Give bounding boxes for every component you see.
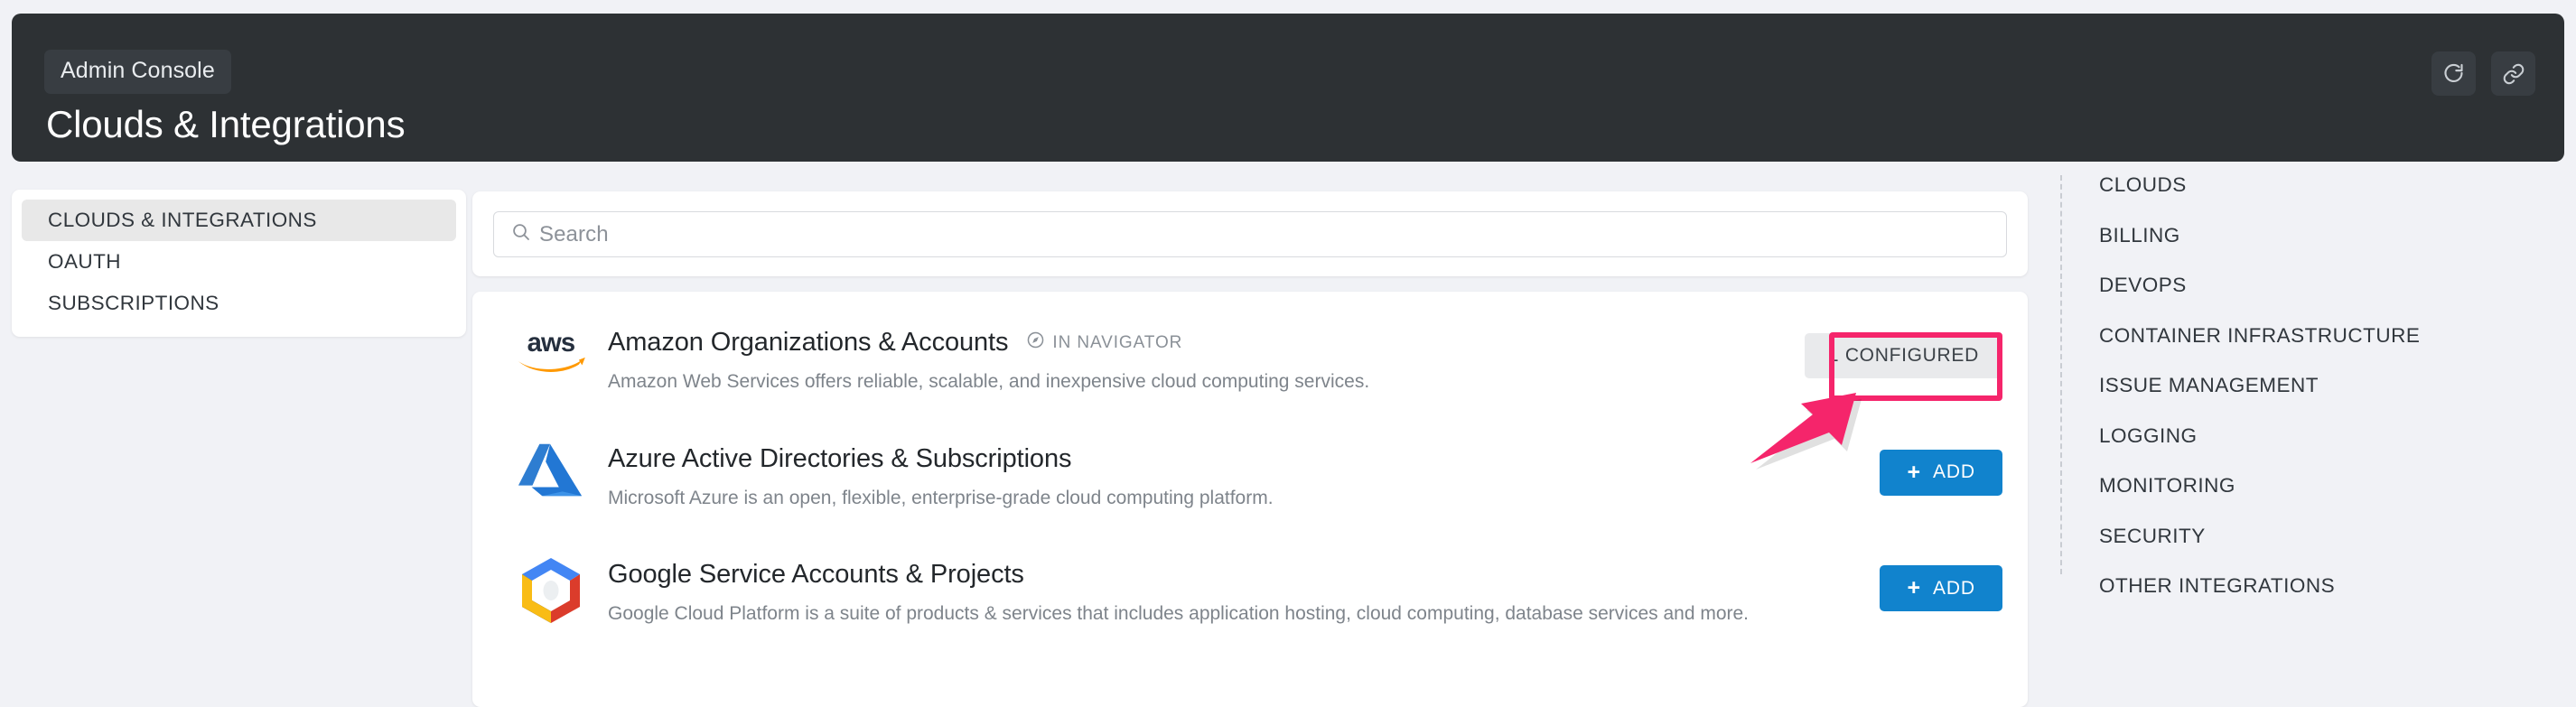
category-issue-management[interactable]: ISSUE MANAGEMENT <box>2099 375 2420 396</box>
status-badge: IN NAVIGATOR <box>1026 330 1182 355</box>
integrations-list: aws Amazon Organizations & Accounts IN N… <box>472 292 2028 707</box>
category-monitoring[interactable]: MONITORING <box>2099 475 2420 497</box>
sidebar-item-label: SUBSCRIPTIONS <box>48 292 219 314</box>
category-rail: CLOUDS BILLING DEVOPS CONTAINER INFRASTR… <box>2060 174 2420 596</box>
azure-logo <box>494 441 608 500</box>
search-input[interactable]: Search <box>493 211 2007 257</box>
category-clouds[interactable]: CLOUDS <box>2099 174 2420 196</box>
svg-text:aws: aws <box>527 329 575 358</box>
configured-button[interactable]: 1 CONFIGURED <box>1804 333 2002 378</box>
list-item-body: Google Service Accounts & Projects Googl… <box>608 556 1768 629</box>
category-logging[interactable]: LOGGING <box>2099 425 2420 447</box>
integration-description: Amazon Web Services offers reliable, sca… <box>608 371 1370 392</box>
aws-logo: aws <box>494 324 608 378</box>
google-cloud-logo <box>494 556 608 625</box>
plus-icon: + <box>1907 459 1921 485</box>
sidebar-item-subscriptions[interactable]: SUBSCRIPTIONS <box>22 283 456 324</box>
integration-description: Google Cloud Platform is a suite of prod… <box>608 603 1750 625</box>
list-item-body: Amazon Organizations & Accounts IN NAVIG… <box>608 324 1768 397</box>
category-security[interactable]: SECURITY <box>2099 526 2420 547</box>
sidebar-item-label: OAUTH <box>48 250 121 273</box>
search-card: Search <box>472 191 2028 276</box>
compass-icon <box>1026 330 1045 355</box>
settings-nav-sidebar: CLOUDS & INTEGRATIONS OAUTH SUBSCRIPTION… <box>12 190 466 337</box>
category-billing[interactable]: BILLING <box>2099 225 2420 247</box>
category-other-integrations[interactable]: OTHER INTEGRATIONS <box>2099 575 2420 597</box>
list-item-body: Azure Active Directories & Subscriptions… <box>608 441 1768 514</box>
sidebar-item-label: CLOUDS & INTEGRATIONS <box>48 209 317 231</box>
list-item-action: + ADD <box>1768 441 2002 496</box>
link-button[interactable] <box>2491 51 2535 96</box>
integration-title: Google Service Accounts & Projects <box>608 560 1024 590</box>
list-item[interactable]: Google Service Accounts & Projects Googl… <box>472 513 2028 629</box>
plus-icon: + <box>1907 575 1921 601</box>
integration-title: Amazon Organizations & Accounts <box>608 328 1009 357</box>
list-item-action: 1 CONFIGURED <box>1768 324 2002 378</box>
list-item[interactable]: aws Amazon Organizations & Accounts IN N… <box>472 292 2028 397</box>
list-item[interactable]: Azure Active Directories & Subscriptions… <box>472 397 2028 514</box>
search-icon <box>510 221 532 247</box>
refresh-button[interactable] <box>2431 51 2476 96</box>
breadcrumb[interactable]: Admin Console <box>44 50 231 94</box>
add-button[interactable]: + ADD <box>1880 565 2002 612</box>
search-placeholder: Search <box>539 221 609 247</box>
sidebar-item-oauth[interactable]: OAUTH <box>22 241 456 283</box>
add-button[interactable]: + ADD <box>1880 449 2002 496</box>
app-header: Admin Console Clouds & Integrations <box>12 14 2564 162</box>
link-icon <box>2502 62 2525 86</box>
category-devops[interactable]: DEVOPS <box>2099 274 2420 296</box>
category-container-infrastructure[interactable]: CONTAINER INFRASTRUCTURE <box>2099 325 2420 347</box>
page-title: Clouds & Integrations <box>46 103 406 145</box>
add-button-label: ADD <box>1932 577 1975 599</box>
add-button-label: ADD <box>1932 461 1975 483</box>
sidebar-item-clouds-integrations[interactable]: CLOUDS & INTEGRATIONS <box>22 200 456 241</box>
integration-description: Microsoft Azure is an open, flexible, en… <box>608 487 1274 508</box>
header-actions <box>2431 51 2535 96</box>
integration-title: Azure Active Directories & Subscriptions <box>608 443 1072 473</box>
list-item-action: + ADD <box>1768 556 2002 612</box>
status-badge-label: IN NAVIGATOR <box>1052 332 1183 352</box>
refresh-icon <box>2441 61 2466 86</box>
